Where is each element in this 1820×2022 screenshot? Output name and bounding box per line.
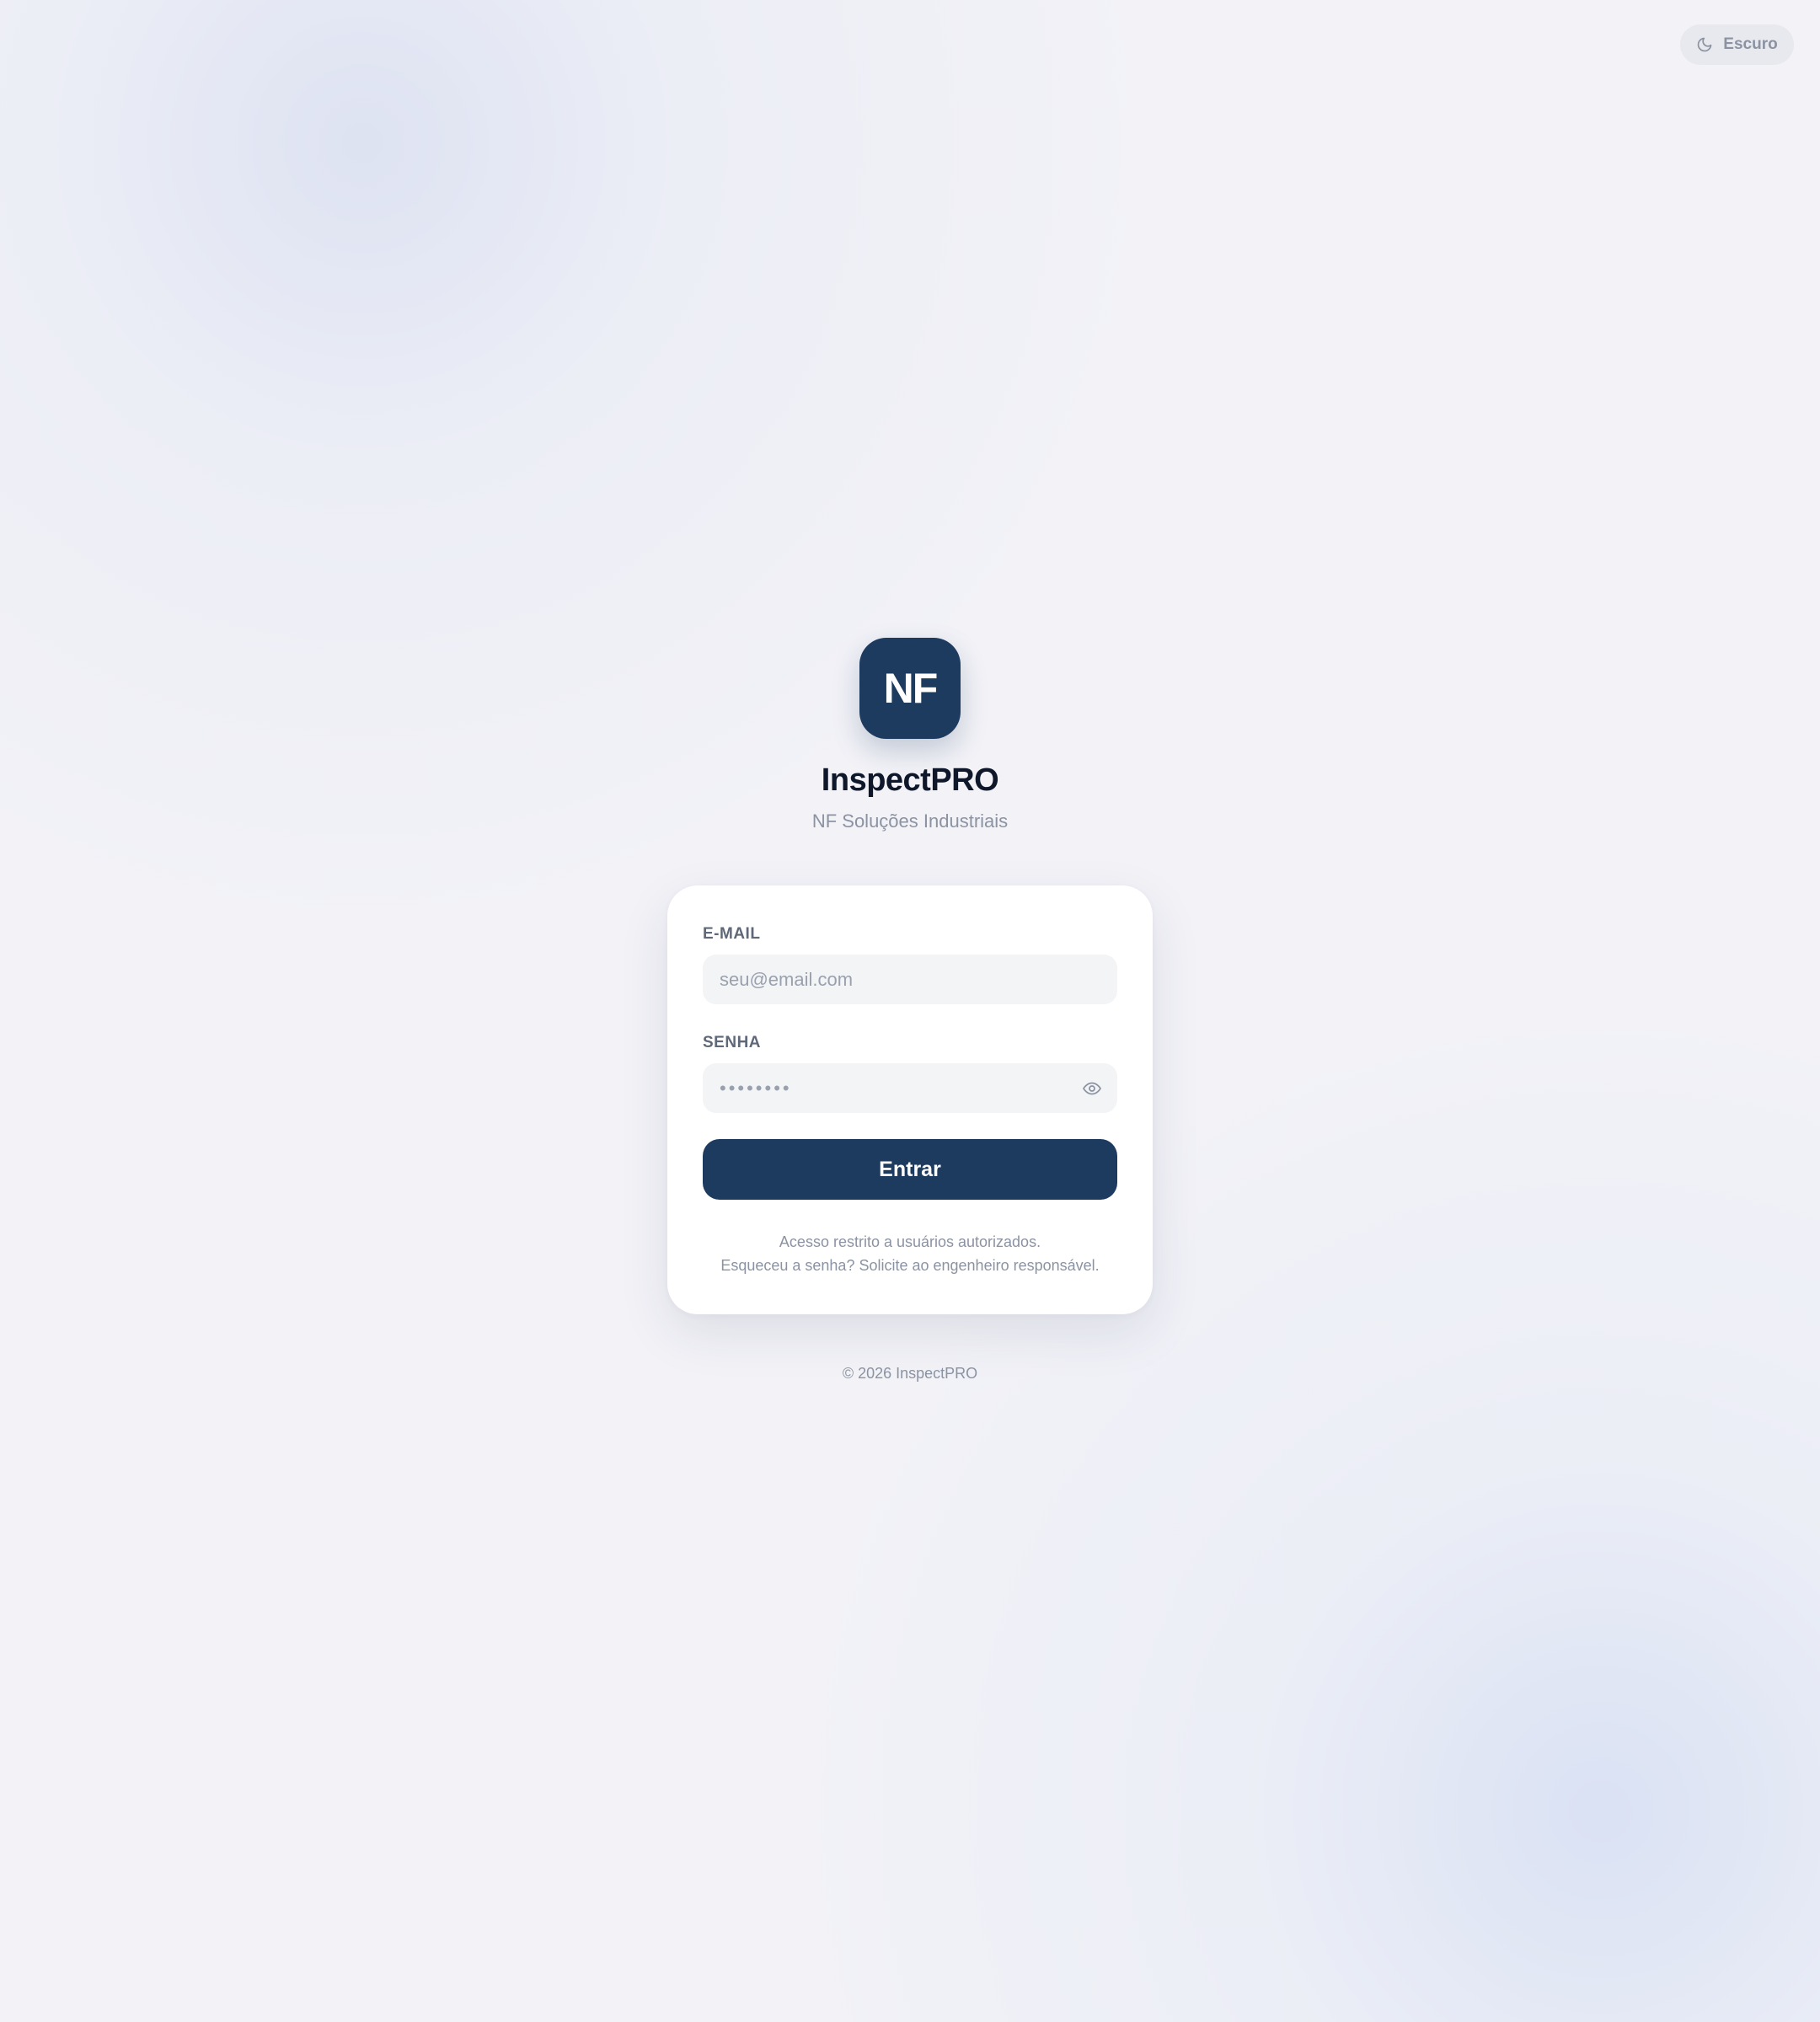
app-title: InspectPRO <box>821 762 999 798</box>
password-field-wrapper <box>703 1063 1117 1113</box>
login-submit-button[interactable]: Entrar <box>703 1139 1117 1200</box>
footer-copyright: © 2026 InspectPRO <box>842 1365 978 1382</box>
company-subtitle: NF Soluções Industriais <box>811 810 1009 832</box>
theme-toggle-button[interactable]: Escuro <box>1680 24 1794 65</box>
login-card: E-MAIL SENHA Entrar Acesso restrito a us… <box>667 885 1153 1314</box>
password-field[interactable] <box>703 1063 1117 1113</box>
password-label: SENHA <box>703 1034 762 1051</box>
app-logo: NF <box>859 638 961 739</box>
email-label: E-MAIL <box>703 925 761 943</box>
theme-toggle-label: Escuro <box>1723 35 1778 53</box>
moon-icon <box>1696 36 1713 53</box>
eye-icon[interactable] <box>1082 1078 1102 1099</box>
access-notice: Acesso restrito a usuários autorizados. <box>779 1233 1041 1250</box>
email-field[interactable] <box>703 955 1117 1004</box>
email-field-wrapper <box>703 955 1117 1004</box>
forgot-password-notice: Esqueceu a senha? Solicite ao engenheiro… <box>720 1257 1100 1274</box>
